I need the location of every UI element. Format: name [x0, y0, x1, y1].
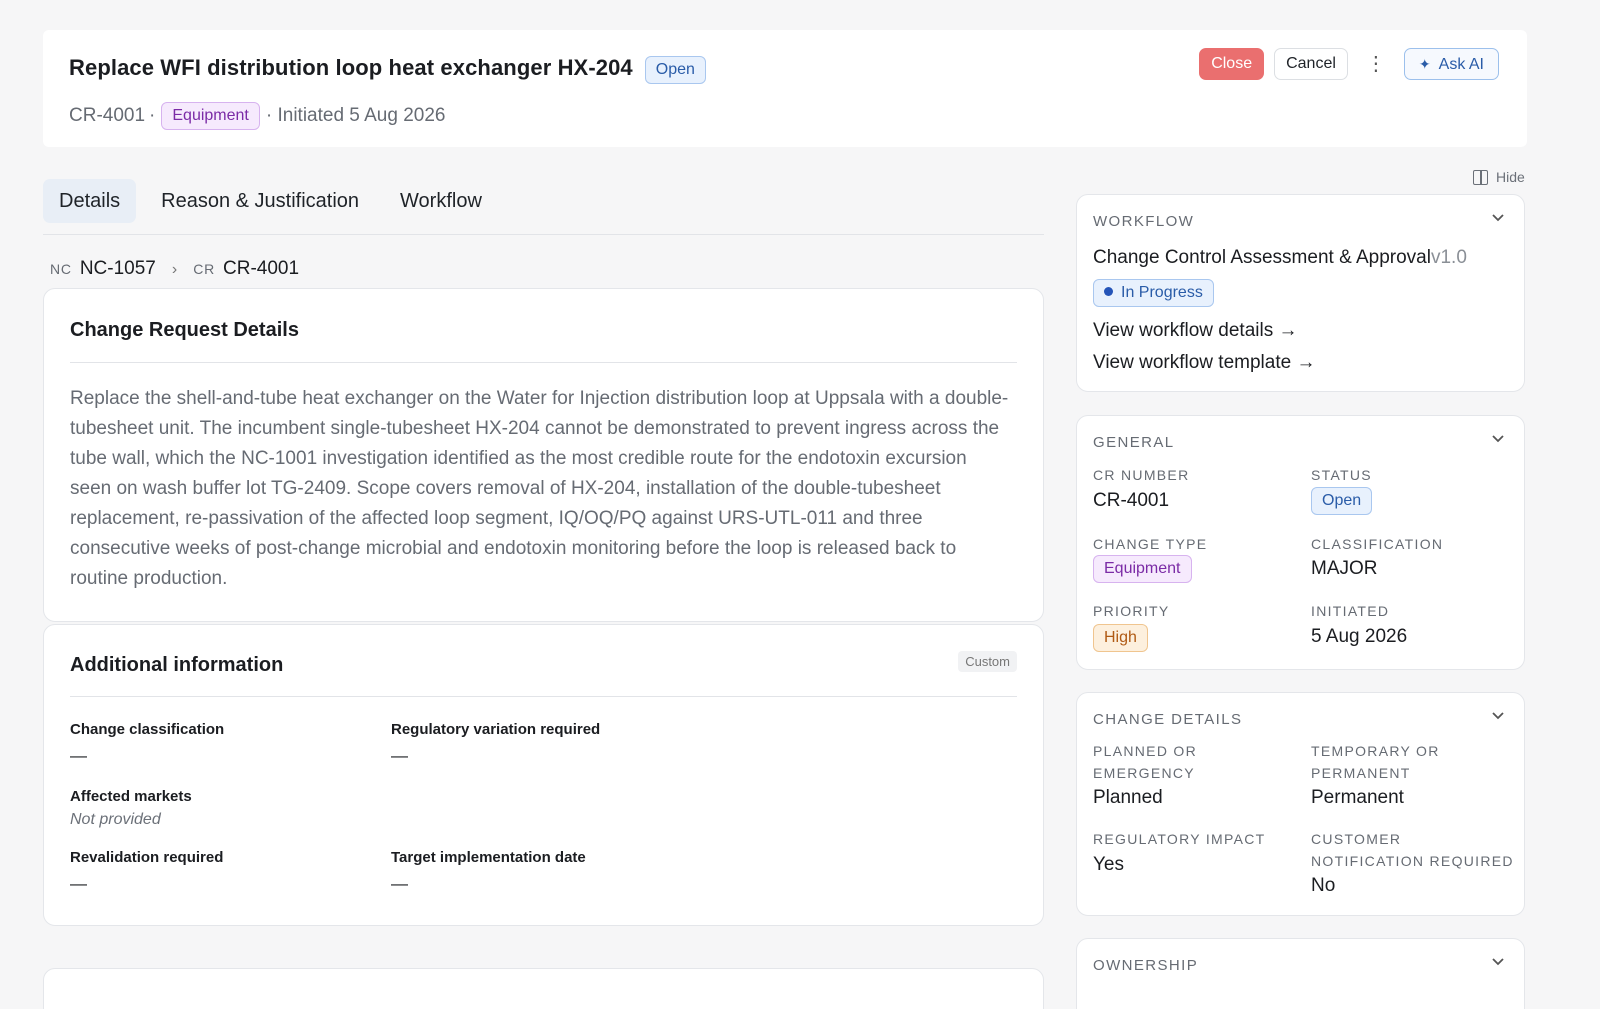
initiated-date: · Initiated 5 Aug 2026 — [265, 105, 446, 126]
ownership-panel: OWNERSHIP — [1076, 938, 1525, 1009]
field-label: INITIATED — [1311, 603, 1390, 619]
tab-reason-justification[interactable]: Reason & Justification — [145, 179, 375, 223]
customer-value: No — [1311, 875, 1336, 896]
regulatory-value: Yes — [1093, 854, 1124, 875]
divider — [70, 696, 1017, 697]
field-label: PLANNED OR EMERGENCY — [1093, 740, 1197, 784]
change-details-panel: CHANGE DETAILS PLANNED OR EMERGENCY Plan… — [1076, 692, 1525, 916]
cr-number-value: CR-4001 — [1093, 490, 1170, 511]
field-label: REGULATORY IMPACT — [1093, 831, 1266, 847]
workflow-status-badge: In Progress — [1093, 279, 1214, 307]
workflow-title: Change Control Assessment & Approval — [1093, 247, 1431, 268]
priority-badge: High — [1093, 624, 1148, 652]
field-label: PRIORITY — [1093, 603, 1170, 619]
field-label: Revalidation required — [70, 849, 224, 866]
workflow-name: Change Control Assessment & Approvalv1.0 — [1093, 247, 1467, 269]
page-title: Replace WFI distribution loop heat excha… — [69, 55, 633, 80]
header-actions: Close Cancel ⋮ ✦ Ask AI — [1199, 48, 1499, 80]
chevron-right-icon: › — [171, 261, 178, 278]
chevron-down-icon[interactable] — [1490, 953, 1506, 974]
label-line: TEMPORARY OR — [1311, 743, 1440, 759]
field-label: CR NUMBER — [1093, 467, 1190, 483]
classification-value: MAJOR — [1311, 558, 1378, 579]
close-button[interactable]: Close — [1199, 48, 1265, 80]
planned-value: Planned — [1093, 787, 1163, 808]
tab-bar: Details Reason & Justification Workflow — [43, 179, 1044, 235]
breadcrumb-link-nc[interactable]: NC-1057 — [80, 258, 156, 280]
breadcrumb-current: CR-4001 — [223, 258, 300, 279]
page-header: Replace WFI distribution loop heat excha… — [43, 30, 1527, 147]
hide-panel-button[interactable]: Hide — [1473, 169, 1525, 185]
custom-tag: Custom — [958, 651, 1017, 672]
label-line: CUSTOMER — [1311, 831, 1402, 847]
hide-label: Hide — [1496, 169, 1525, 185]
meta-row: CR-4001 · Equipment · Initiated 5 Aug 20… — [69, 102, 445, 130]
view-workflow-details-link[interactable]: View workflow details → — [1093, 320, 1298, 342]
label-line: PERMANENT — [1311, 765, 1411, 781]
field-label: Target implementation date — [391, 849, 586, 866]
tab-workflow[interactable]: Workflow — [384, 179, 498, 223]
chevron-down-icon[interactable] — [1490, 430, 1506, 451]
cancel-button[interactable]: Cancel — [1274, 48, 1348, 80]
field-value: — — [70, 746, 87, 765]
change-type-badge: Equipment — [161, 102, 260, 130]
field-label: Change classification — [70, 721, 225, 738]
meta-separator: · — [149, 105, 156, 126]
more-options-icon[interactable]: ⋮ — [1361, 48, 1390, 80]
field-value: — — [391, 746, 408, 765]
field-label: CUSTOMER NOTIFICATION REQUIRED — [1311, 828, 1514, 872]
chevron-down-icon[interactable] — [1490, 209, 1506, 230]
breadcrumb-prefix: NC — [50, 261, 72, 277]
status-dot-icon — [1104, 287, 1113, 296]
status-badge: Open — [644, 56, 706, 84]
label-line: EMERGENCY — [1093, 765, 1195, 781]
sidebar-toggle-icon — [1473, 169, 1488, 185]
field-value: — — [391, 874, 408, 893]
workflow-version: v1.0 — [1430, 247, 1467, 268]
chevron-down-icon[interactable] — [1490, 707, 1506, 728]
change-request-details-card: Change Request Details Replace the shell… — [43, 288, 1044, 622]
tab-details[interactable]: Details — [43, 179, 137, 223]
initiated-value: 5 Aug 2026 — [1311, 626, 1408, 647]
workflow-status: In Progress — [1121, 284, 1203, 301]
panel-heading: CHANGE DETAILS — [1093, 711, 1243, 728]
field-label: Regulatory variation required — [391, 721, 601, 738]
description-text: Replace the shell-and-tube heat exchange… — [70, 388, 1009, 589]
divider — [70, 362, 1017, 363]
status-badge: Open — [1311, 487, 1373, 515]
field-value: Not provided — [70, 811, 161, 828]
field-value: — — [70, 874, 87, 893]
sparkle-icon: ✦ — [1418, 56, 1431, 72]
view-workflow-template-link[interactable]: View workflow template → — [1093, 352, 1315, 374]
breadcrumb-prefix: CR — [193, 261, 216, 277]
temporary-value: Permanent — [1311, 787, 1404, 808]
panel-heading: WORKFLOW — [1093, 213, 1195, 230]
panel-heading: OWNERSHIP — [1093, 957, 1199, 974]
field-label: Affected markets — [70, 788, 192, 805]
workflow-panel: WORKFLOW Change Control Assessment & App… — [1076, 194, 1525, 392]
field-label: CHANGE TYPE — [1093, 536, 1208, 552]
next-card — [43, 968, 1044, 1009]
title-row: Replace WFI distribution loop heat excha… — [69, 52, 706, 84]
label-line: NOTIFICATION REQUIRED — [1311, 853, 1514, 869]
ask-ai-button[interactable]: ✦ Ask AI — [1403, 48, 1499, 80]
card-title: Change Request Details — [70, 319, 299, 341]
field-label: TEMPORARY OR PERMANENT — [1311, 740, 1440, 784]
breadcrumb: NC NC-1057 › CR CR-4001 — [50, 258, 299, 280]
general-panel: GENERAL CR NUMBER CR-4001 STATUS Open CH… — [1076, 415, 1525, 670]
change-type-badge: Equipment — [1093, 555, 1192, 583]
cr-id: CR-4001 — [69, 105, 146, 126]
label-line: PLANNED OR — [1093, 743, 1198, 759]
ask-ai-label: Ask AI — [1438, 56, 1484, 73]
field-label: STATUS — [1311, 467, 1372, 483]
additional-information-card: Additional information Custom Change cla… — [43, 624, 1044, 926]
field-label: CLASSIFICATION — [1311, 536, 1444, 552]
panel-heading: GENERAL — [1093, 434, 1175, 451]
card-title: Additional information — [70, 654, 284, 676]
